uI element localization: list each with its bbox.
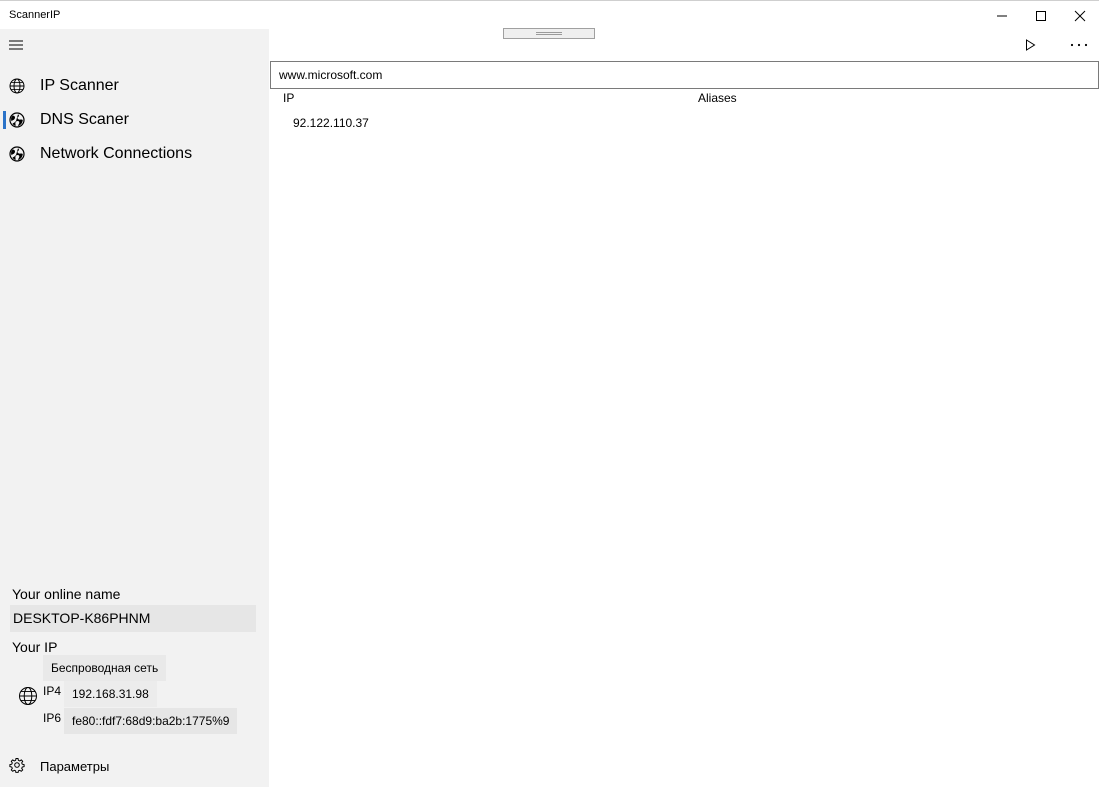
play-icon [1026,39,1036,51]
online-name-value: DESKTOP-K86PHNM [13,610,151,626]
more-icon [1070,43,1088,47]
minimize-button[interactable] [983,1,1021,30]
ip4-value: 192.168.31.98 [72,687,149,701]
selection-indicator [3,111,6,129]
run-button[interactable] [1010,31,1050,59]
ip6-field: fe80::fdf7:68d9:ba2b:1775%9 [64,708,238,734]
cell-ip: 92.122.110.37 [293,116,369,130]
title-bar: ScannerIP [0,0,1099,29]
network-globe-icon [19,687,37,705]
grip-lines [536,32,562,35]
online-name-label: Your online name [12,586,121,602]
nav-item-label: Network Connections [40,145,193,162]
maximize-icon [1036,10,1046,21]
globe-filled-icon [9,112,25,128]
nav-item-settings[interactable]: Параметры [0,748,269,782]
ip4-label: IP4 [43,684,62,698]
close-icon [1074,10,1086,21]
hamburger-icon [9,40,23,50]
hamburger-menu-button[interactable] [0,29,32,61]
ip6-value: fe80::fdf7:68d9:ba2b:1775%9 [72,714,230,728]
maximize-button[interactable] [1022,1,1060,30]
nav-item-network-connections[interactable]: Network Connections [0,137,269,171]
ip4-field: 192.168.31.98 [64,681,157,707]
nav-item-label: DNS Scaner [40,111,129,128]
more-options-button[interactable] [1059,31,1099,59]
ip6-label: IP6 [43,711,62,725]
nav-item-label: IP Scanner [40,77,119,94]
settings-label: Параметры [40,759,110,774]
adapter-name-badge: Беспроводная сеть [43,655,167,681]
globe-icon [9,78,25,94]
column-header-aliases[interactable]: Aliases [698,91,737,105]
navigation-pane: IP Scanner DNS Scaner Network Connection… [0,29,269,787]
globe-filled-icon [9,146,25,162]
table-row[interactable]: 92.122.110.37 [270,110,1099,136]
gear-icon [9,758,25,773]
app-title: ScannerIP [9,9,61,21]
drag-handle[interactable] [503,28,595,39]
your-ip-label: Your IP [12,639,58,655]
nav-item-ip-scanner[interactable]: IP Scanner [0,69,269,103]
online-name-field: DESKTOP-K86PHNM [10,605,256,632]
nav-item-dns-scaner[interactable]: DNS Scaner [0,103,269,137]
close-button[interactable] [1061,1,1099,30]
minimize-icon [997,15,1007,16]
host-input[interactable] [270,61,1099,89]
column-header-ip[interactable]: IP [283,91,294,105]
adapter-name: Беспроводная сеть [51,661,159,675]
